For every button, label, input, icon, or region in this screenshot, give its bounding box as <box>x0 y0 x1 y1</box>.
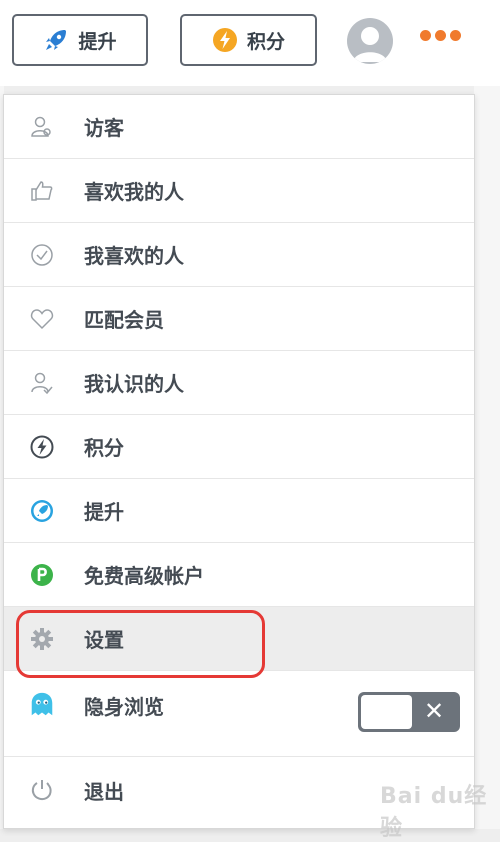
menu-item-i-like[interactable]: 我喜欢的人 <box>4 223 474 287</box>
menu-item-label: 隐身浏览 <box>84 695 164 719</box>
rocket-circle-icon <box>28 497 56 525</box>
menu-item-label: 免费高级帐户 <box>84 564 204 588</box>
premium-p-icon <box>28 561 56 589</box>
menu-item-likes-me[interactable]: 喜欢我的人 <box>4 159 474 223</box>
thumbs-up-icon <box>28 177 56 205</box>
menu-item-points[interactable]: 积分 <box>4 415 474 479</box>
points-button-label: 积分 <box>246 30 285 53</box>
people-check-icon <box>28 369 56 397</box>
visitors-icon <box>28 113 56 141</box>
check-circle-icon <box>28 241 56 269</box>
menu-item-label: 访客 <box>84 116 124 140</box>
toggle-knob <box>361 695 412 729</box>
menu-item-people-i-know[interactable]: 我认识的人 <box>4 351 474 415</box>
menu-item-label: 匹配会员 <box>84 308 164 332</box>
power-icon <box>28 776 56 804</box>
dropdown-menu: 访客 喜欢我的人 我喜欢的人 匹配会员 我认识的人 积分 提升 免费高级帐户 设… <box>3 94 475 829</box>
close-icon: ✕ <box>424 697 445 725</box>
menu-item-matches[interactable]: 匹配会员 <box>4 287 474 351</box>
more-dots-icon[interactable] <box>420 30 461 41</box>
rocket-icon <box>43 27 69 53</box>
boost-button-label: 提升 <box>78 30 117 53</box>
ghost-icon <box>28 691 56 719</box>
highlight-annotation <box>16 610 265 678</box>
top-bar: 提升 积分 <box>0 0 500 86</box>
menu-item-label: 喜欢我的人 <box>84 180 184 204</box>
menu-item-label: 退出 <box>84 779 124 804</box>
bolt-icon <box>212 27 238 53</box>
menu-item-label: 我喜欢的人 <box>84 244 184 268</box>
menu-item-visitors[interactable]: 访客 <box>4 95 474 159</box>
menu-item-label: 积分 <box>84 436 124 460</box>
menu-item-boost[interactable]: 提升 <box>4 479 474 543</box>
bolt-circle-icon <box>28 433 56 461</box>
background-panel-right <box>474 86 500 829</box>
menu-item-label: 我认识的人 <box>84 372 184 396</box>
heart-icon <box>28 305 56 333</box>
boost-button[interactable]: 提升 <box>12 14 148 66</box>
menu-item-label: 提升 <box>84 500 124 524</box>
user-avatar[interactable] <box>347 18 393 64</box>
watermark: Bai du经验 <box>380 784 488 841</box>
stealth-toggle[interactable]: ✕ <box>358 692 460 732</box>
points-button[interactable]: 积分 <box>180 14 317 66</box>
menu-item-free-premium[interactable]: 免费高级帐户 <box>4 543 474 607</box>
